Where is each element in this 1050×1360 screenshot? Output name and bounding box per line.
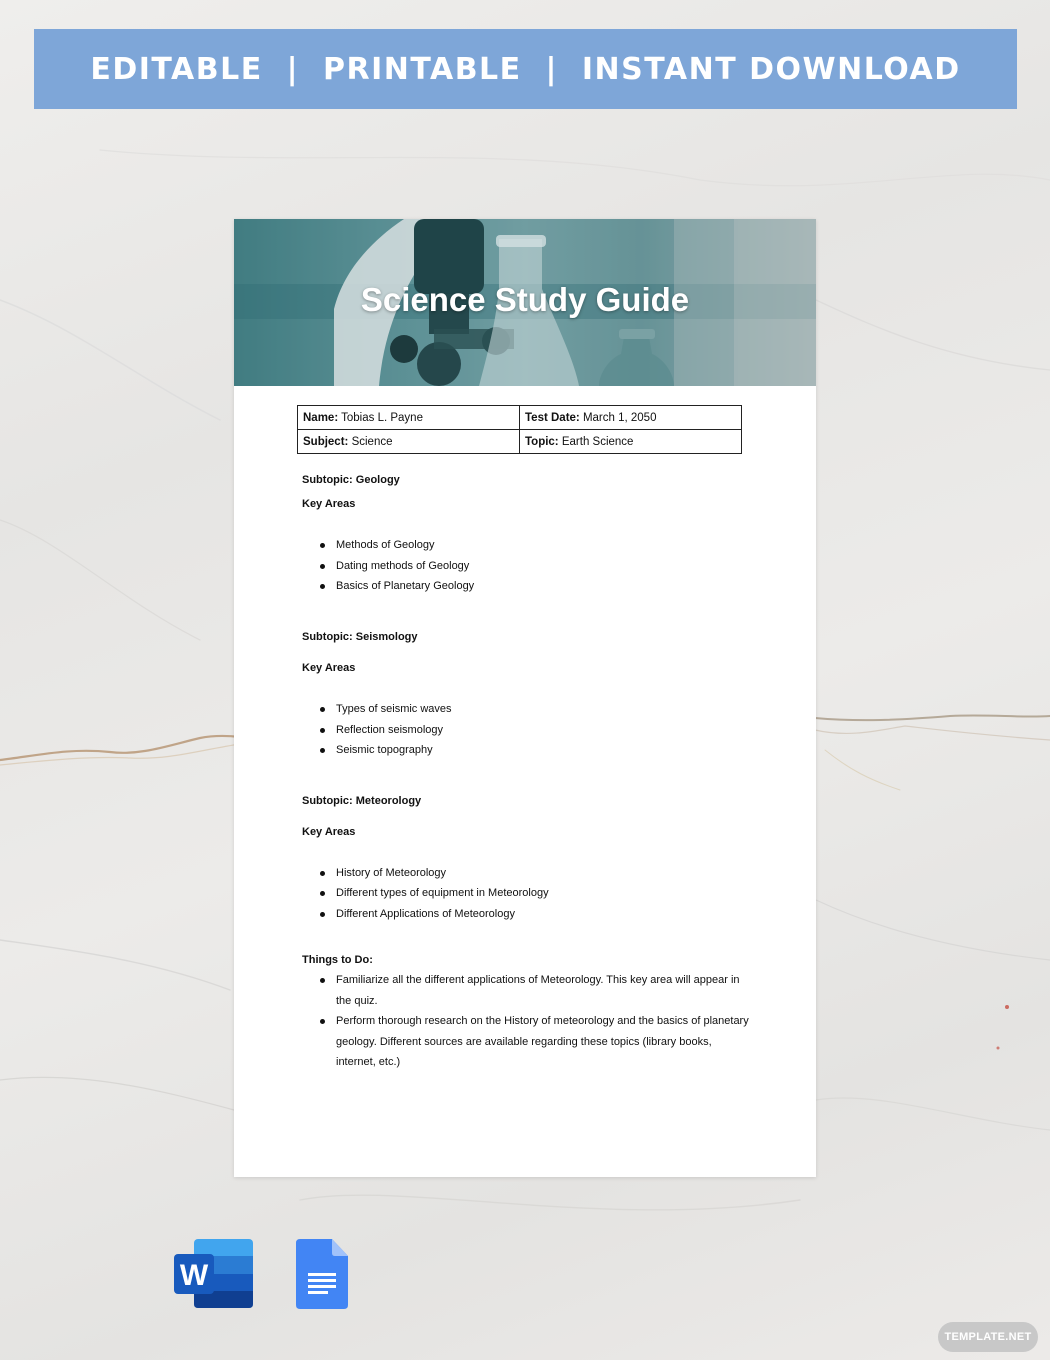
list-item: Types of seismic waves bbox=[320, 699, 452, 720]
document-title: Science Study Guide bbox=[360, 281, 690, 318]
test-date-label: Test Date: bbox=[525, 411, 580, 424]
hero-image: Science Study Guide bbox=[234, 219, 816, 386]
list-item: History of Meteorology bbox=[319, 863, 446, 884]
subtopic-heading: Subtopic: Meteorology bbox=[302, 795, 422, 807]
name-value: Tobias L. Payne bbox=[338, 411, 423, 424]
subtopic-heading: Subtopic: Geology bbox=[302, 474, 400, 486]
key-areas-heading: Key Areas bbox=[302, 826, 356, 838]
key-areas-heading: Key Areas bbox=[302, 498, 356, 510]
subject-cell: Subject: Science bbox=[297, 429, 520, 454]
test-date-cell: Test Date: March 1, 2050 bbox=[519, 405, 742, 430]
topic-cell: Topic: Earth Science bbox=[519, 429, 742, 454]
name-cell: Name: Tobias L. Payne bbox=[297, 405, 520, 430]
subject-label: Subject: bbox=[303, 435, 349, 448]
subtopic-heading: Subtopic: Seismology bbox=[302, 631, 418, 643]
subject-value: Science bbox=[348, 435, 393, 448]
word-letter: W bbox=[180, 1259, 209, 1292]
template-net-watermark: TEMPLATE.NET bbox=[938, 1322, 1038, 1352]
google-docs-icon[interactable] bbox=[296, 1239, 350, 1311]
document-preview: Science Study Guide Name: Tobias L. Payn… bbox=[234, 219, 816, 1177]
topic-value: Earth Science bbox=[558, 435, 634, 448]
things-to-do-heading: Things to Do: bbox=[302, 954, 373, 966]
student-info-table: Name: Tobias L. Payne Test Date: March 1… bbox=[297, 405, 742, 454]
list-item: Dating methods of Geology bbox=[319, 556, 469, 577]
test-date-value: March 1, 2050 bbox=[579, 411, 657, 424]
list-item: Different types of equipment in Meteorol… bbox=[320, 883, 549, 904]
todo-item: Familiarize all the different applicatio… bbox=[320, 970, 752, 1011]
name-label: Name: bbox=[303, 411, 339, 424]
list-item: Methods of Geology bbox=[319, 535, 434, 556]
feature-banner: EDITABLE | PRINTABLE | INSTANT DOWNLOAD bbox=[34, 29, 1017, 109]
key-areas-heading: Key Areas bbox=[302, 662, 356, 674]
list-item: Reflection seismology bbox=[320, 720, 443, 741]
feature-banner-text: EDITABLE | PRINTABLE | INSTANT DOWNLOAD bbox=[90, 51, 961, 87]
topic-label: Topic: bbox=[525, 435, 559, 448]
list-item: Seismic topography bbox=[320, 740, 433, 761]
list-item: Different Applications of Meteorology bbox=[320, 904, 515, 925]
list-item: Basics of Planetary Geology bbox=[319, 576, 474, 597]
todo-item: Perform thorough research on the History… bbox=[320, 1011, 752, 1073]
